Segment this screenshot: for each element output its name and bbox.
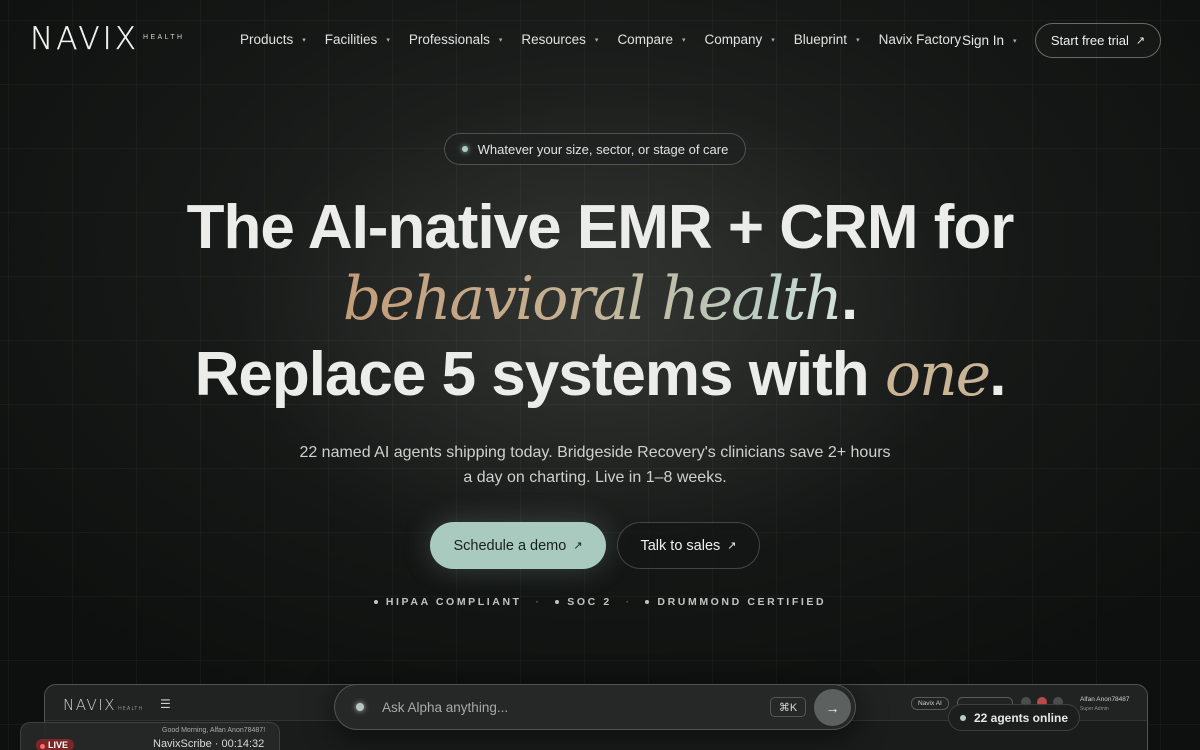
nav-item-label: Navix Factory — [878, 32, 962, 47]
nav-item-label: Facilities — [324, 32, 378, 47]
hero-headline-period-2: . — [989, 340, 1006, 409]
hero-headline-line-2: behavioral health. — [0, 268, 1200, 330]
hero-subtitle-line-1: 22 named AI agents shipping today. Bridg… — [299, 444, 891, 461]
certification-badge: HIPAA COMPLIANT — [373, 596, 522, 608]
nav-item-navix-factory[interactable]: Navix Factory — [879, 32, 962, 47]
hero-subtitle: 22 named AI agents shipping today. Bridg… — [260, 440, 930, 490]
brand-wordmark: NAVIX — [30, 21, 139, 57]
hero-eyebrow-pill: Whatever your size, sector, or stage of … — [444, 133, 746, 165]
keyboard-shortcut-badge: ⌘K — [770, 697, 806, 717]
nav-item-company[interactable]: Company ▾ — [704, 32, 774, 47]
arrow-up-right-icon: ↗ — [727, 540, 737, 552]
chevron-down-icon: ▾ — [856, 36, 860, 44]
certification-strip: HIPAA COMPLIANT · SOC 2 · DRUMMOND CERTIFIED — [0, 596, 1200, 608]
chevron-down-icon: ▾ — [302, 36, 306, 44]
nav-item-label: Professionals — [408, 32, 490, 47]
nav-item-blueprint[interactable]: Blueprint ▾ — [794, 32, 860, 47]
bullet-icon — [645, 600, 650, 604]
arrow-right-icon: → — [825, 699, 840, 716]
hero-headline-emphasis: behavioral health — [342, 264, 843, 334]
cert-separator: · — [625, 597, 632, 607]
app-preview-user-role: Super Admin — [1080, 706, 1109, 712]
chevron-down-icon: ▾ — [1013, 37, 1017, 45]
certification-badge: DRUMMOND CERTIFIED — [645, 596, 826, 608]
hero-headline-period: . — [840, 264, 858, 333]
nav-item-label: Products — [240, 32, 294, 47]
schedule-demo-button[interactable]: Schedule a demo ↗ — [430, 522, 606, 569]
scribe-timer: NavixScribe · 00:14:32 — [153, 738, 265, 750]
hero-headline-one: one — [884, 340, 991, 410]
nav-item-label: Company — [704, 32, 763, 47]
app-preview-user-name[interactable]: Alfan Anon78487 — [1080, 696, 1130, 703]
schedule-demo-label: Schedule a demo — [453, 537, 567, 554]
navix-ai-button[interactable]: Navix AI — [911, 697, 949, 710]
brand-logo[interactable]: NAVIX HEALTH — [30, 21, 185, 57]
sign-in-label: Sign In — [962, 33, 1005, 48]
menu-icon[interactable]: ☰ — [160, 697, 171, 711]
chevron-down-icon: ▾ — [771, 36, 775, 44]
nav-item-label: Compare — [617, 32, 673, 47]
chevron-down-icon: ▾ — [594, 36, 599, 44]
live-badge: LIVE — [36, 739, 75, 750]
nav-item-products[interactable]: Products ▾ — [240, 32, 306, 47]
start-free-trial-label: Start free trial — [1050, 33, 1129, 48]
status-dot-icon — [461, 146, 468, 152]
hero-headline-line-3-start: Replace 5 systems with — [194, 340, 885, 409]
hero-headline-line-1: The AI-native EMR + CRM for — [186, 193, 1015, 262]
chevron-down-icon: ▾ — [681, 36, 686, 44]
arrow-up-right-icon: ↗ — [573, 540, 583, 552]
nav-item-resources[interactable]: Resources ▾ — [521, 32, 598, 47]
arrow-up-right-icon: ↗ — [1135, 35, 1146, 47]
hero-eyebrow-text: Whatever your size, sector, or stage of … — [477, 141, 729, 157]
hero-headline-line-3: Replace 5 systems with one. — [0, 344, 1200, 406]
nav-item-facilities[interactable]: Facilities ▾ — [325, 32, 390, 47]
app-preview-greeting: Good Morning, Alfan Anon78487! — [162, 727, 266, 734]
agents-online-badge: 22 agents online — [948, 704, 1080, 731]
chevron-down-icon: ▾ — [498, 36, 503, 44]
certification-badge: SOC 2 — [555, 596, 612, 608]
bullet-icon — [555, 600, 560, 604]
bullet-icon — [373, 600, 378, 604]
agents-online-text: 22 agents online — [973, 710, 1069, 725]
nav-item-professionals[interactable]: Professionals ▾ — [409, 32, 503, 47]
certification-label: DRUMMOND CERTIFIED — [657, 596, 827, 608]
chevron-down-icon: ▾ — [386, 36, 390, 44]
app-preview-logo-word: NAVIX — [63, 696, 116, 714]
hero-subtitle-line-2: a day on charting. Live in 1–8 weeks. — [463, 469, 727, 486]
status-dot-icon — [959, 714, 966, 721]
app-preview-logo-sub: HEALTH — [117, 706, 144, 712]
start-free-trial-button[interactable]: Start free trial ↗ — [1035, 23, 1161, 58]
talk-to-sales-button[interactable]: Talk to sales ↗ — [617, 522, 760, 569]
sign-in-menu[interactable]: Sign In ▾ — [962, 33, 1017, 48]
certification-label: SOC 2 — [567, 596, 612, 608]
nav-item-compare[interactable]: Compare ▾ — [617, 32, 685, 47]
assistant-status-icon — [356, 703, 364, 711]
send-button[interactable]: → — [814, 689, 851, 726]
nav-item-label: Resources — [521, 32, 586, 47]
nav-item-label: Blueprint — [793, 32, 848, 47]
main-menu: Products ▾ Facilities ▾ Professionals ▾ Resour… — [240, 32, 980, 47]
ask-alpha-input[interactable]: Ask Alpha anything... — [382, 700, 508, 715]
brand-suffix: HEALTH — [143, 34, 185, 41]
cert-separator: · — [535, 597, 542, 607]
talk-to-sales-label: Talk to sales — [640, 537, 721, 554]
certification-label: HIPAA COMPLIANT — [385, 596, 522, 608]
app-preview-logo: NAVIX HEALTH — [63, 696, 143, 714]
top-nav: NAVIX HEALTH Products ▾ Facilities ▾ Profess… — [0, 0, 1200, 80]
